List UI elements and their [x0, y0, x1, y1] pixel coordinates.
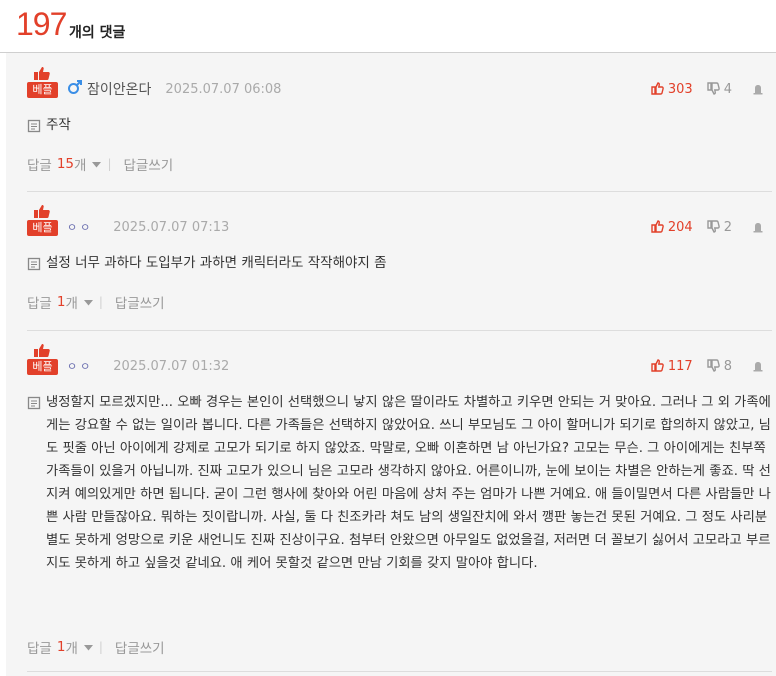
comment-divider	[27, 191, 772, 192]
reply-row: 답글 1 개 | 답글쓰기	[27, 292, 165, 312]
comment-item: 베플 ㅇㅇ 2025.07.07 01:32 117 8 냉정할지 모르겠지만.…	[27, 343, 772, 663]
reply-unit: 개	[65, 296, 78, 312]
comment-count-label: 개의 댓글	[69, 25, 126, 41]
document-icon	[27, 256, 41, 275]
caret-down-icon	[83, 639, 93, 655]
reply-label: 답글	[27, 641, 52, 657]
write-reply-link[interactable]: 답글쓰기	[124, 154, 174, 174]
comment-divider	[27, 330, 772, 331]
comment-count: 197	[16, 6, 67, 42]
write-reply-link[interactable]: 답글쓰기	[115, 637, 165, 657]
thumbs-up-icon[interactable]	[651, 80, 664, 99]
downvote-count: 2	[723, 219, 732, 235]
vote-group: 303 4	[651, 80, 764, 98]
male-icon	[67, 79, 83, 99]
comment-text: 주작	[46, 117, 71, 133]
write-reply-link[interactable]: 답글쓰기	[115, 292, 165, 312]
comment-body: 설정 너무 과하다 도입부가 과하면 캐릭터라도 작작해야지 좀	[27, 252, 772, 276]
separator: |	[98, 295, 103, 309]
best-badge: 베플	[27, 82, 58, 98]
comment-date: 2025.07.07 07:13	[113, 219, 230, 235]
upvote-count: 303	[667, 81, 693, 97]
comment-date: 2025.07.07 06:08	[165, 81, 282, 97]
author-name[interactable]: ㅇㅇ	[67, 219, 93, 235]
author-name[interactable]: ㅇㅇ	[67, 358, 93, 374]
reply-row: 답글 15 개 | 답글쓰기	[27, 154, 173, 174]
separator: |	[107, 157, 112, 171]
report-icon[interactable]	[752, 80, 764, 99]
comment-meta: 잠이안온다 2025.07.07 06:08	[67, 78, 281, 100]
comment-list: 베플 잠이안온다 2025.07.07 06:08 303 4 주작 답글 15…	[6, 53, 776, 676]
document-icon	[27, 395, 41, 414]
report-icon[interactable]	[752, 218, 764, 237]
vote-group: 117 8	[651, 357, 764, 375]
document-icon	[27, 118, 41, 137]
reply-count: 15	[56, 156, 75, 172]
reply-count: 1	[56, 294, 66, 310]
report-icon[interactable]	[752, 357, 764, 376]
separator: |	[98, 640, 103, 654]
comment-body: 냉정할지 모르겠지만... 오빠 경우는 본인이 선택했으니 낳지 않은 딸이라…	[27, 391, 772, 623]
comment-header: 197 개의 댓글	[0, 0, 776, 53]
reply-toggle[interactable]: 답글 15 개	[27, 154, 107, 174]
downvote-count: 4	[723, 81, 732, 97]
comment-text: 설정 너무 과하다 도입부가 과하면 캐릭터라도 작작해야지 좀	[46, 255, 387, 271]
reply-row: 답글 1 개 | 답글쓰기	[27, 637, 165, 657]
thumbs-up-icon[interactable]	[651, 218, 664, 237]
reply-label: 답글	[27, 158, 52, 174]
upvote-count: 204	[667, 219, 693, 235]
comment-text: 냉정할지 모르겠지만... 오빠 경우는 본인이 선택했으니 낳지 않은 딸이라…	[46, 395, 771, 571]
upvote-count: 117	[667, 358, 693, 374]
thumbs-down-icon[interactable]	[707, 357, 720, 376]
comment-date: 2025.07.07 01:32	[113, 358, 230, 374]
thumbs-up-icon[interactable]	[651, 357, 664, 376]
reply-toggle[interactable]: 답글 1 개	[27, 637, 99, 657]
reply-label: 답글	[27, 296, 52, 312]
caret-down-icon	[83, 294, 93, 310]
comment-body: 주작	[27, 114, 772, 138]
author-name[interactable]: 잠이안온다	[87, 79, 151, 99]
vote-group: 204 2	[651, 218, 764, 236]
thumbs-down-icon[interactable]	[707, 218, 720, 237]
best-badge: 베플	[27, 359, 58, 375]
downvote-count: 8	[723, 358, 732, 374]
reply-unit: 개	[74, 158, 87, 174]
comment-meta: ㅇㅇ 2025.07.07 01:32	[67, 355, 229, 377]
reply-count: 1	[56, 639, 66, 655]
comment-divider	[27, 671, 772, 672]
reply-toggle[interactable]: 답글 1 개	[27, 292, 99, 312]
comment-item: 베플 잠이안온다 2025.07.07 06:08 303 4 주작 답글 15…	[27, 66, 772, 190]
best-badge: 베플	[27, 220, 58, 236]
thumbs-down-icon[interactable]	[707, 80, 720, 99]
reply-unit: 개	[65, 641, 78, 657]
comment-item: 베플 ㅇㅇ 2025.07.07 07:13 204 2 설정 너무 과하다 도…	[27, 204, 772, 328]
comment-meta: ㅇㅇ 2025.07.07 07:13	[67, 216, 229, 238]
caret-down-icon	[92, 156, 102, 172]
